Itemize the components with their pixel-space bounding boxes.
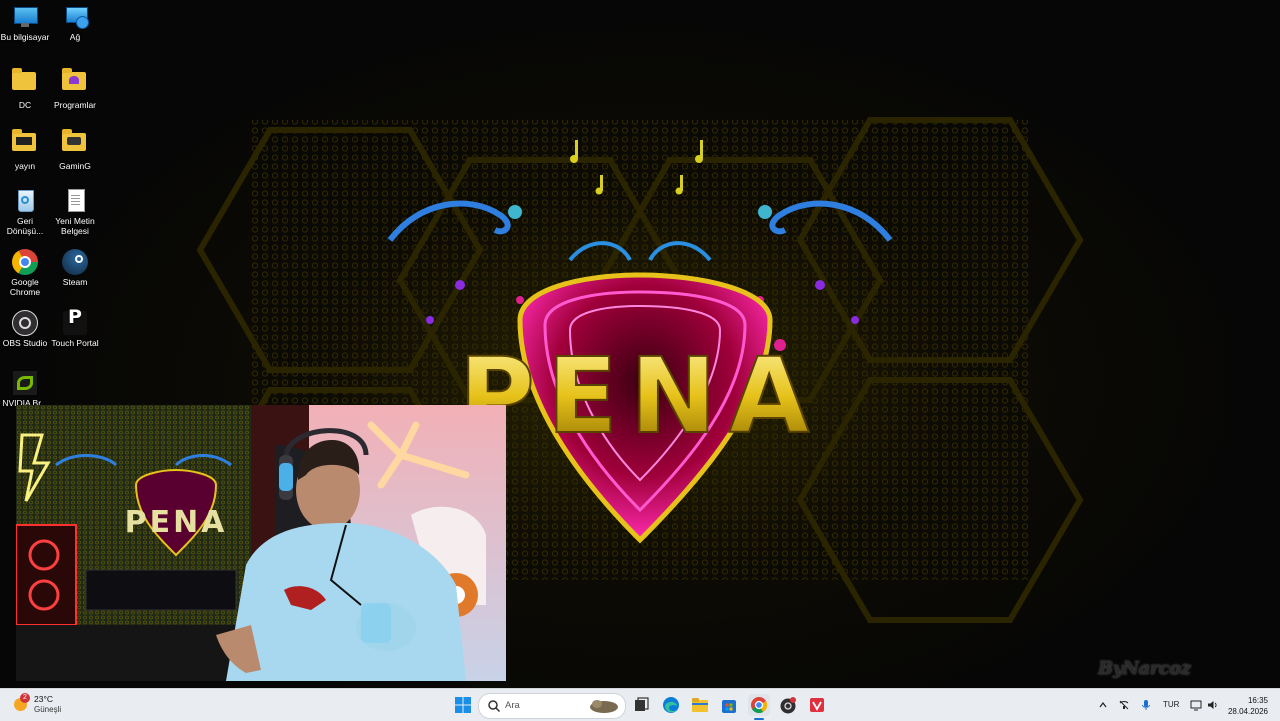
- desktop-icon-label: Geri Dönüşü...: [6, 216, 44, 236]
- folder-icon: [62, 129, 88, 159]
- desktop-icon-label: DC: [18, 100, 32, 110]
- red-app-button[interactable]: [806, 694, 828, 716]
- store-icon: [722, 700, 736, 713]
- nvidia-icon: [12, 370, 38, 396]
- clock-time: 16:35: [1247, 696, 1268, 705]
- desktop-icon-label: Steam: [62, 277, 88, 287]
- folder-icon: [12, 129, 38, 159]
- desktop-icon-label: GaminG: [59, 161, 91, 171]
- desktop-icon-label: yayın: [14, 161, 36, 171]
- webcam-scene: PENA: [16, 405, 506, 681]
- weather-condition: Güneşli: [34, 705, 62, 714]
- app-red-icon: [810, 698, 824, 712]
- file-explorer-button[interactable]: [689, 694, 711, 716]
- desktop-icon-recycle-bin[interactable]: Geri Dönüşü...: [0, 188, 50, 236]
- network-icon: [62, 4, 89, 30]
- desktop-icon-label: Programlar: [53, 100, 97, 110]
- store-button[interactable]: [718, 694, 740, 716]
- touch-portal-icon: P: [62, 308, 88, 336]
- watermark-logo: ByNarcoz: [1098, 658, 1191, 679]
- desktop-icon-touch-portal[interactable]: P Touch Portal: [50, 308, 100, 349]
- task-view-button[interactable]: [630, 694, 652, 716]
- search-icon: [488, 700, 501, 713]
- desktop-icon-label: OBS Studio: [2, 338, 48, 348]
- obs-taskbar-button[interactable]: [777, 694, 799, 716]
- desktop-icon-steam[interactable]: Steam: [50, 249, 100, 287]
- desktop-icon-new-text-doc[interactable]: Yeni Metin Belgesi: [50, 188, 100, 236]
- desktop-icon-label: Yeni Metin Belgesi: [55, 216, 95, 236]
- desktop-icon-google-chrome[interactable]: Google Chrome: [0, 249, 50, 297]
- webcam-logo-text: PENA: [125, 505, 228, 540]
- desktop-icon-nvidia[interactable]: NVIDIA Br...: [0, 370, 50, 408]
- search-placeholder: Ara: [505, 700, 520, 711]
- chrome-taskbar-button[interactable]: [748, 694, 770, 716]
- task-view-icon: [635, 697, 649, 711]
- folder-icon: [62, 68, 88, 98]
- file-explorer-icon: [692, 698, 708, 712]
- taskbar-search-input[interactable]: Ara: [478, 693, 626, 719]
- network-disabled-icon[interactable]: [1118, 699, 1130, 711]
- desktop-icon-obs-studio[interactable]: OBS Studio: [0, 310, 50, 348]
- weather-temperature: 23°C: [34, 694, 53, 704]
- language-indicator[interactable]: TUR: [1163, 700, 1179, 709]
- desktop-icon-this-pc[interactable]: Bu bilgisayar: [0, 4, 50, 42]
- windows-start-icon: [455, 697, 471, 713]
- chrome-icon: [12, 249, 38, 275]
- system-clock[interactable]: 16:35 28.04.2026: [1228, 695, 1268, 717]
- recycle-bin-icon: [12, 188, 38, 214]
- desktop-icon-label: Bu bilgisayar: [0, 32, 50, 42]
- edge-button[interactable]: [660, 694, 682, 716]
- desktop-icon-yayin[interactable]: yayın: [0, 127, 50, 171]
- start-button[interactable]: [452, 694, 474, 716]
- text-document-icon: [62, 188, 88, 214]
- obs-icon: [12, 310, 38, 336]
- display-icon[interactable]: [1190, 699, 1202, 711]
- folder-icon: [12, 68, 38, 98]
- webcam-overlay: PENA: [16, 405, 506, 681]
- wallpaper-logo-text: PENA: [459, 335, 822, 457]
- volume-icon[interactable]: [1207, 699, 1219, 711]
- chrome-icon: [751, 697, 768, 714]
- desktop-icon-network[interactable]: Ağ: [50, 4, 100, 42]
- edge-icon: [663, 697, 679, 713]
- desktop-icon-label: Google Chrome: [9, 277, 41, 297]
- desktop-icon-gaming[interactable]: GaminG: [50, 127, 100, 171]
- computer-icon: [12, 4, 38, 30]
- desktop-icon-programlar[interactable]: Programlar: [50, 66, 100, 110]
- taskbar: 2 23°C Güneşli Ara TUR 16:35 28.04.2026: [0, 688, 1280, 721]
- chevron-up-icon[interactable]: [1098, 700, 1108, 710]
- microphone-icon[interactable]: [1141, 699, 1151, 711]
- steam-icon: [62, 249, 88, 275]
- obs-icon: [780, 697, 796, 714]
- desktop-icon-dc[interactable]: DC: [0, 66, 50, 110]
- desktop-icon-label: Ağ: [69, 32, 81, 42]
- notification-badge: 2: [20, 693, 30, 703]
- desktop-icon-label: Touch Portal: [51, 338, 99, 348]
- search-highlight-icon: [590, 700, 618, 713]
- clock-date: 28.04.2026: [1227, 707, 1268, 716]
